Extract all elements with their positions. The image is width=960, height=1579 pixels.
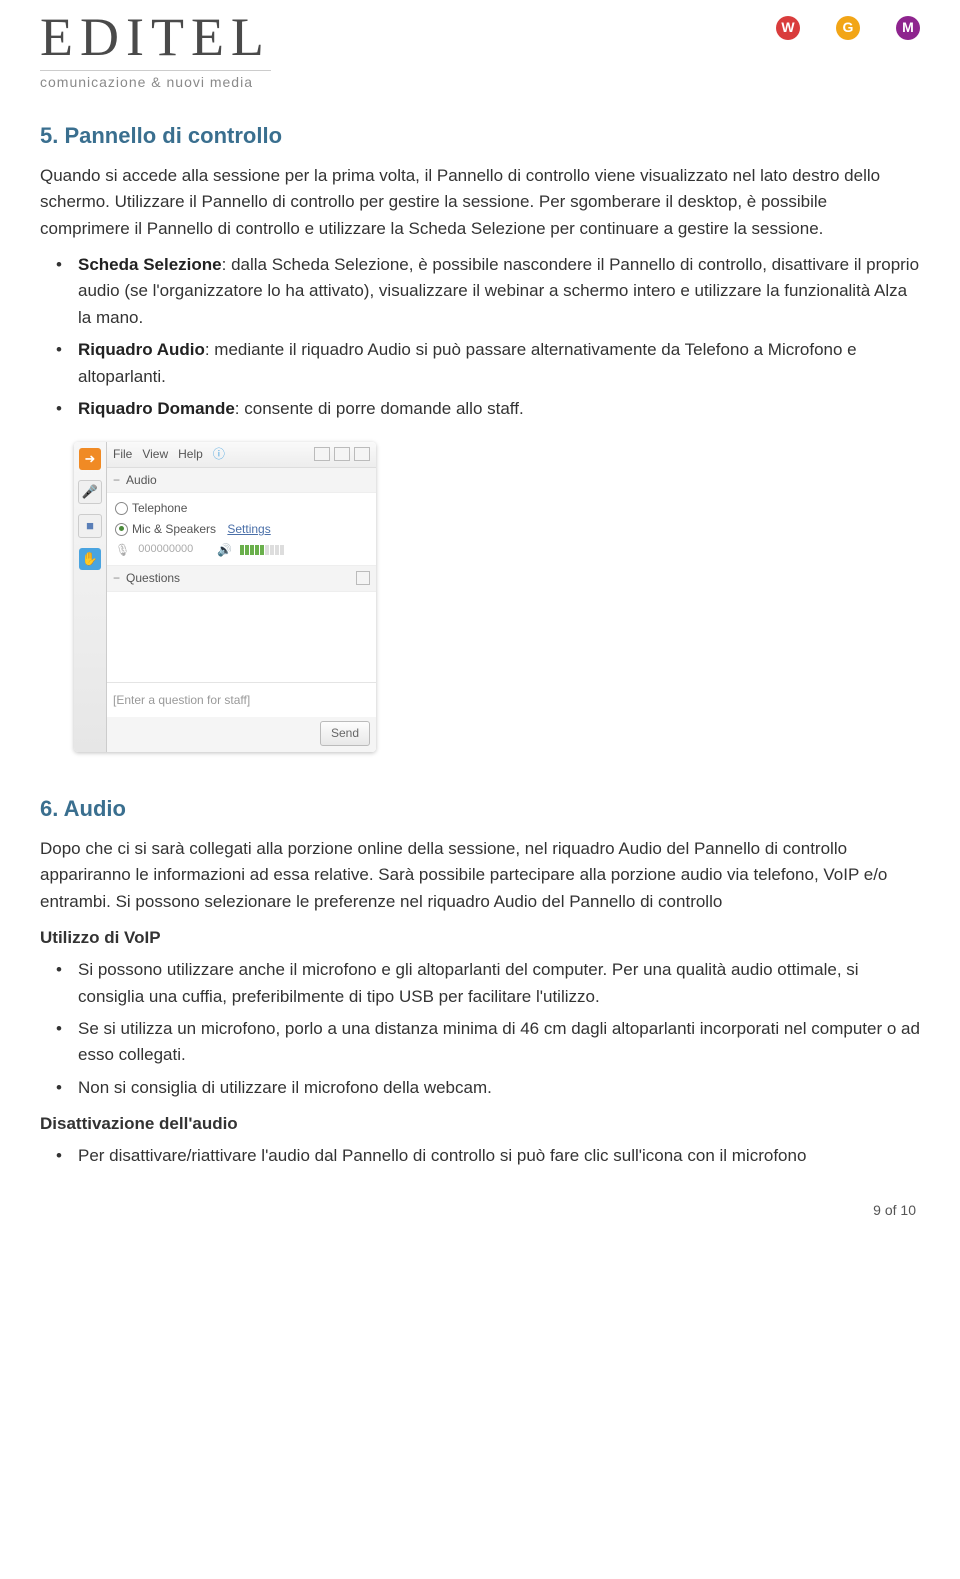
control-panel-body: File View Help ⓘ − Audio Telephone <box>107 442 376 752</box>
bullet-text: Per disattivare/riattivare l'audio dal P… <box>78 1146 806 1165</box>
badge-m-icon: M <box>896 16 920 40</box>
telephone-option[interactable]: Telephone <box>115 499 368 518</box>
page-header: EDITEL comunicazione & nuovi media W G M <box>40 10 920 89</box>
radio-unselected-icon[interactable] <box>115 502 128 515</box>
mic-level-readout: 000000000 <box>138 541 193 558</box>
control-panel: ➜ 🎤 ■ ✋ File View Help ⓘ − Audio <box>74 442 376 752</box>
deactivate-subheading: Disattivazione dell'audio <box>40 1111 920 1137</box>
questions-log <box>107 592 376 682</box>
speaker-level-icon: 🔊 <box>217 541 232 560</box>
audio-section-header[interactable]: − Audio <box>107 468 376 494</box>
mic-speakers-option[interactable]: Mic & Speakers Settings <box>115 520 368 539</box>
questions-section-body: [Enter a question for staff] Send <box>107 592 376 752</box>
bullet-text: Se si utilizza un microfono, porlo a una… <box>78 1019 920 1064</box>
logo-wordmark: EDITEL <box>40 10 271 64</box>
list-item: Riquadro Audio: mediante il riquadro Aud… <box>64 337 920 390</box>
logo-tagline: comunicazione & nuovi media <box>40 70 271 89</box>
mic-speakers-label: Mic & Speakers <box>132 520 216 539</box>
list-item: Per disattivare/riattivare l'audio dal P… <box>64 1143 920 1169</box>
audio-section-body: Telephone Mic & Speakers Settings 🎙 0000… <box>107 493 376 566</box>
restore-icon[interactable] <box>334 447 350 461</box>
list-item: Scheda Selezione: dalla Scheda Selezione… <box>64 252 920 331</box>
section-6-paragraph: Dopo che ci si sarà collegati alla porzi… <box>40 836 920 915</box>
section-5-bullets: Scheda Selezione: dalla Scheda Selezione… <box>40 252 920 422</box>
section-5-paragraph: Quando si accede alla sessione per la pr… <box>40 163 920 242</box>
mic-level-icon: 🎙 <box>115 541 130 560</box>
voip-subheading: Utilizzo di VoIP <box>40 925 920 951</box>
list-item: Riquadro Domande: consente di porre doma… <box>64 396 920 422</box>
bullet-text: : consente di porre domande allo staff. <box>235 399 524 418</box>
questions-section-header[interactable]: − Questions <box>107 566 376 592</box>
bullet-text: Non si consiglia di utilizzare il microf… <box>78 1078 492 1097</box>
list-item: Si possono utilizzare anche il microfono… <box>64 957 920 1010</box>
collapse-toggle-icon[interactable]: − <box>113 471 120 490</box>
list-item: Se si utilizza un microfono, porlo a una… <box>64 1016 920 1069</box>
collapse-toggle-icon[interactable]: − <box>113 569 120 588</box>
deactivate-bullets: Per disattivare/riattivare l'audio dal P… <box>40 1143 920 1169</box>
speaker-level-meter <box>240 545 284 555</box>
menu-file[interactable]: File <box>113 445 132 464</box>
popout-icon[interactable] <box>356 571 370 585</box>
minimize-icon[interactable] <box>314 447 330 461</box>
control-panel-grab-tab: ➜ 🎤 ■ ✋ <box>74 442 107 752</box>
header-badges: W G M <box>776 16 920 40</box>
audio-section-title: Audio <box>126 471 157 490</box>
badge-g-icon: G <box>836 16 860 40</box>
section-5-title: 5. Pannello di controllo <box>40 119 920 153</box>
collapse-arrow-icon[interactable]: ➜ <box>79 448 101 470</box>
bullet-text: Si possono utilizzare anche il microfono… <box>78 960 859 1005</box>
badge-w-icon: W <box>776 16 800 40</box>
fullscreen-icon[interactable]: ■ <box>78 514 102 538</box>
send-button[interactable]: Send <box>320 721 370 746</box>
bullet-bold: Riquadro Domande <box>78 399 235 418</box>
menu-view[interactable]: View <box>142 445 168 464</box>
audio-settings-link[interactable]: Settings <box>227 520 270 539</box>
control-panel-menubar: File View Help ⓘ <box>107 442 376 468</box>
section-6-title: 6. Audio <box>40 792 920 826</box>
radio-selected-icon[interactable] <box>115 523 128 536</box>
bullet-bold: Scheda Selezione <box>78 255 222 274</box>
raise-hand-icon[interactable]: ✋ <box>79 548 101 570</box>
logo: EDITEL comunicazione & nuovi media <box>40 10 271 89</box>
mute-mic-icon[interactable]: 🎤 <box>78 480 102 504</box>
question-input[interactable]: [Enter a question for staff] <box>107 682 376 718</box>
telephone-label: Telephone <box>132 499 187 518</box>
questions-section-title: Questions <box>126 569 180 588</box>
menu-help[interactable]: Help <box>178 445 203 464</box>
list-item: Non si consiglia di utilizzare il microf… <box>64 1075 920 1101</box>
voip-bullets: Si possono utilizzare anche il microfono… <box>40 957 920 1101</box>
page-number: 9 of 10 <box>40 1200 920 1222</box>
bullet-bold: Riquadro Audio <box>78 340 205 359</box>
help-info-icon[interactable]: ⓘ <box>213 445 225 464</box>
close-icon[interactable] <box>354 447 370 461</box>
